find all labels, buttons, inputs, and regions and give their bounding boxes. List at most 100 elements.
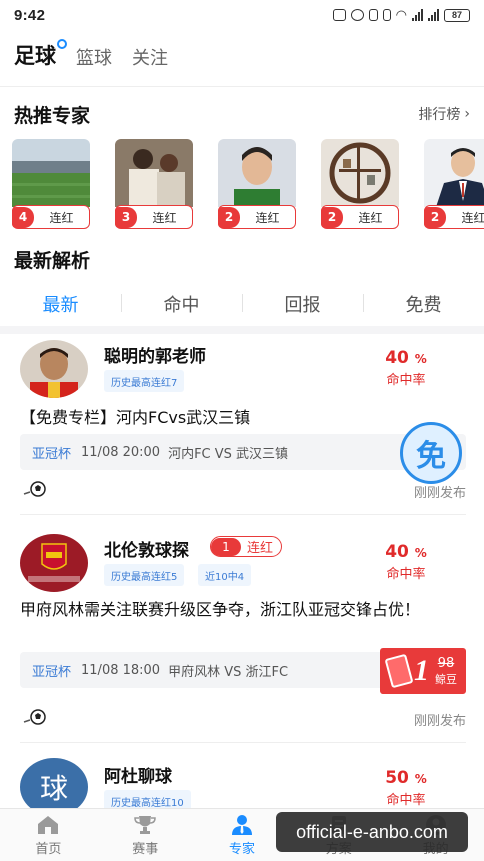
tab-returns[interactable]: 回报 [242,291,363,317]
price-currency: 鲸豆 [435,672,457,686]
hot-experts-carousel[interactable]: 4 连红 3 连红 2 连红 2 连红 2 连红 [12,139,484,231]
avatar[interactable] [20,534,88,592]
players-photo [115,139,193,207]
streak-count: 2 [321,206,343,228]
football-icon [23,709,46,725]
streak-label: 连红 [152,210,177,225]
stadium-photo [12,139,90,207]
watermark-label: official-e-anbo.com [276,812,468,852]
hit-rate-label: 命中率 [386,567,426,582]
streak-count: 4 [12,206,34,228]
author-name[interactable]: 聪明的郭老师 [104,342,206,367]
avatar[interactable]: 球 [20,758,88,808]
expert-icon [231,814,252,835]
hot-experts-title: 热推专家 [14,105,91,127]
hit-rate-label: 命中率 [386,373,426,388]
expert-card[interactable]: 3 连红 [115,139,193,229]
home-icon [38,815,59,834]
league-name: 亚冠杯 [32,664,72,680]
alarm-icon [350,9,364,21]
football-icon [23,481,46,497]
tab-football[interactable]: 足球 [14,39,67,76]
hit-rate: 40 % 命中率 [376,542,436,582]
sport-tabs: 足球 篮球 关注 [14,39,168,76]
author-name[interactable]: 阿杜聊球 [104,762,172,787]
nav-home[interactable]: 首页 [0,809,97,861]
streak-count: 2 [424,206,446,228]
ranking-link[interactable]: 排行榜 › [418,104,470,124]
hit-rate: 40 % 命中率 [376,348,436,388]
league-name: 亚冠杯 [32,446,72,462]
signal-icon-2 [428,9,439,21]
expert-card[interactable]: 2 连红 [424,139,484,229]
streak-label: 连红 [358,210,383,225]
signal-icon-1 [412,9,423,21]
record-tag: 历史最高连红5 [104,564,185,586]
status-icons: ◠ 87 [332,7,470,23]
author-name[interactable]: 北伦敦球探 [104,536,189,561]
expert-card[interactable]: 4 连红 [12,139,90,229]
match-teams: 甲府风林 VS 浙江FC [168,664,289,680]
nav-events[interactable]: 赛事 [97,809,194,861]
streak-badge: 4 连红 [12,205,90,229]
streak-label: 连红 [247,541,274,556]
tab-latest[interactable]: 最新 [0,291,121,317]
article-card[interactable]: 球 阿杜聊球 历史最高连红10 50 % 命中率 [0,752,484,808]
streak-badge: 2 连红 [424,205,484,229]
price-details: 98 鲸豆 [435,656,457,687]
streak-label: 连红 [49,210,74,225]
hit-rate-number: 50 [385,768,409,788]
streak-count: 2 [218,206,240,228]
expert-card[interactable]: 2 连红 [218,139,296,229]
publish-time: 刚刚发布 [413,714,466,729]
hit-rate-number: 40 [385,348,409,368]
top-divider [0,86,484,87]
item-divider [20,514,466,515]
hit-rate-unit: % [414,352,427,366]
hit-rate-label: 命中率 [386,793,426,808]
avatar[interactable] [20,340,88,398]
streak-badge: 2 连红 [321,205,399,229]
active-dot-icon [57,39,67,49]
expert-card[interactable]: 2 连红 [321,139,399,229]
status-bar: 9:42 ◠ 87 [0,0,484,30]
article-headline[interactable]: 甲府风林需关注联赛升级区争夺，浙江队亚冠交锋占优！ [20,598,470,622]
streak-badge: 3 连红 [115,205,193,229]
trophy-icon [134,815,156,834]
streak-label: 连红 [461,210,484,225]
nav-home-label: 首页 [35,841,62,857]
tab-free[interactable]: 免费 [363,291,484,317]
record-tag: 历史最高连红10 [104,790,191,808]
nav-events-label: 赛事 [132,841,159,857]
publish-time: 刚刚发布 [413,486,466,501]
article-headline[interactable]: 【免费专栏】河内FCvs武汉三镇 [20,406,470,430]
free-badge-icon: 免 [400,422,462,484]
match-time: 11/08 18:00 [81,662,161,678]
hit-rate-value: 40 % [376,348,436,368]
battery-icon: 87 [444,8,470,22]
analysis-filter-tabs: 最新 命中 回报 免费 [0,284,484,324]
chevron-right-icon: › [464,106,470,122]
article-card[interactable]: 北伦敦球探 1 连红 历史最高连红5 近10中4 40 % 命中率 甲府风林需关… [0,520,484,743]
tab-following[interactable]: 关注 [132,44,168,76]
record-tag: 历史最高连红7 [104,370,185,392]
hit-rate-value: 50 % [376,768,436,788]
nav-experts-label: 专家 [228,841,255,857]
goalkeeper-photo [218,139,296,207]
tab-hits[interactable]: 命中 [121,291,242,317]
avatar-char: 球 [39,772,68,805]
price-button[interactable]: 1 98 鲸豆 [380,648,466,694]
section-separator [0,326,484,334]
hit-rate-number: 40 [385,542,409,562]
price-current: 1 [414,654,429,687]
hit-rate-value: 40 % [376,542,436,562]
free-badge-char: 免 [416,439,446,474]
hit-rate-unit: % [414,772,427,786]
streak-count: 3 [115,206,137,228]
item-divider [20,742,466,743]
tab-basketball[interactable]: 篮球 [76,44,112,76]
status-time: 9:42 [14,6,46,24]
recent-tag: 近10中4 [198,564,252,586]
latest-analysis-title: 最新解析 [14,250,91,272]
article-card[interactable]: 聪明的郭老师 历史最高连红7 40 % 命中率 【免费专栏】河内FCvs武汉三镇… [0,334,484,515]
